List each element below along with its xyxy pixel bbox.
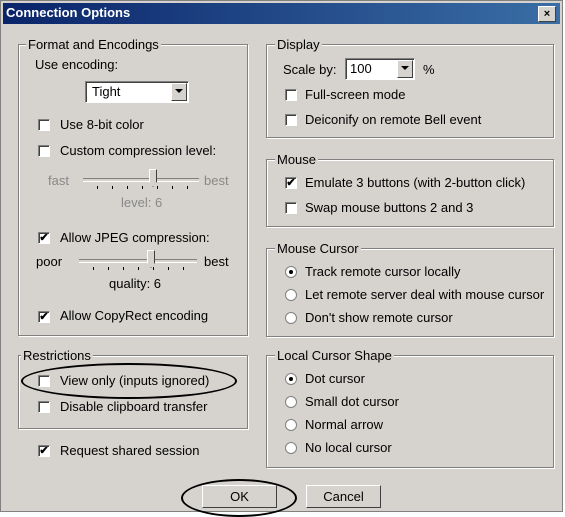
server-cursor-label: Let remote server deal with mouse cursor [305, 287, 545, 302]
highlight-oval-ok [181, 479, 297, 517]
use-encoding-label: Use encoding: [35, 57, 119, 72]
no-remote-cursor-label: Don't show remote cursor [305, 310, 453, 325]
compression-max-label: best [204, 173, 229, 188]
mouse-cursor-title: Mouse Cursor [275, 241, 361, 256]
compression-level-label: level: 6 [121, 195, 163, 210]
compression-min-label: fast [48, 173, 69, 188]
highlight-oval-view-only [21, 363, 237, 399]
track-cursor-radio[interactable] [285, 266, 297, 278]
shared-session-checkbox[interactable]: ✔ [38, 445, 50, 457]
scale-select[interactable]: 100 [345, 58, 415, 80]
scale-label: Scale by: [283, 62, 337, 77]
deiconify-checkbox[interactable] [285, 114, 297, 126]
emulate3-checkbox[interactable]: ✔ [285, 177, 297, 189]
allow-jpeg-checkbox[interactable]: ✔ [38, 232, 50, 244]
copyrect-checkbox[interactable]: ✔ [38, 311, 50, 323]
no-local-cursor-label: No local cursor [305, 440, 392, 455]
dot-cursor-radio[interactable] [285, 373, 297, 385]
use-8bit-label: Use 8-bit color [60, 117, 144, 132]
emulate3-label: Emulate 3 buttons (with 2-button click) [305, 175, 526, 190]
disable-clipboard-checkbox[interactable] [38, 401, 50, 413]
mouse-title: Mouse [275, 152, 319, 167]
normal-arrow-radio[interactable] [285, 419, 297, 431]
copyrect-label: Allow CopyRect encoding [60, 308, 209, 323]
chevron-down-icon[interactable] [397, 60, 413, 78]
quality-min-label: poor [36, 254, 63, 269]
swap-buttons-label: Swap mouse buttons 2 and 3 [305, 200, 474, 215]
fullscreen-label: Full-screen mode [305, 87, 406, 102]
use-8bit-checkbox[interactable] [38, 119, 50, 131]
no-local-cursor-radio[interactable] [285, 442, 297, 454]
window-title: Connection Options [6, 5, 131, 20]
restrictions-title: Restrictions [21, 348, 93, 363]
small-dot-cursor-radio[interactable] [285, 396, 297, 408]
deiconify-label: Deiconify on remote Bell event [305, 112, 482, 127]
encoding-value: Tight [92, 84, 121, 99]
server-cursor-radio[interactable] [285, 289, 297, 301]
format-encodings-title: Format and Encodings [26, 37, 161, 52]
close-icon[interactable]: × [538, 6, 556, 22]
quality-value-label: quality: 6 [109, 276, 162, 291]
chevron-down-icon[interactable] [171, 83, 187, 101]
cancel-button[interactable]: Cancel [306, 485, 381, 508]
disable-clipboard-label: Disable clipboard transfer [60, 399, 208, 414]
title-bar[interactable]: Connection Options × [3, 3, 560, 24]
fullscreen-checkbox[interactable] [285, 89, 297, 101]
shared-session-label: Request shared session [60, 443, 200, 458]
local-cursor-title: Local Cursor Shape [275, 348, 394, 363]
scale-value: 100 [350, 61, 372, 76]
custom-compression-label: Custom compression level: [60, 143, 217, 158]
small-dot-cursor-label: Small dot cursor [305, 394, 399, 409]
no-remote-cursor-radio[interactable] [285, 312, 297, 324]
display-title: Display [275, 37, 322, 52]
dot-cursor-label: Dot cursor [305, 371, 365, 386]
connection-options-dialog: Connection Options × Format and Encoding… [0, 0, 563, 517]
scale-unit: % [423, 62, 435, 77]
encoding-select[interactable]: Tight [85, 81, 189, 103]
track-cursor-label: Track remote cursor locally [305, 264, 461, 279]
custom-compression-checkbox[interactable] [38, 145, 50, 157]
normal-arrow-label: Normal arrow [305, 417, 384, 432]
mouse-group: Mouse [266, 152, 554, 227]
swap-buttons-checkbox[interactable] [285, 202, 297, 214]
quality-max-label: best [204, 254, 229, 269]
allow-jpeg-label: Allow JPEG compression: [60, 230, 210, 245]
